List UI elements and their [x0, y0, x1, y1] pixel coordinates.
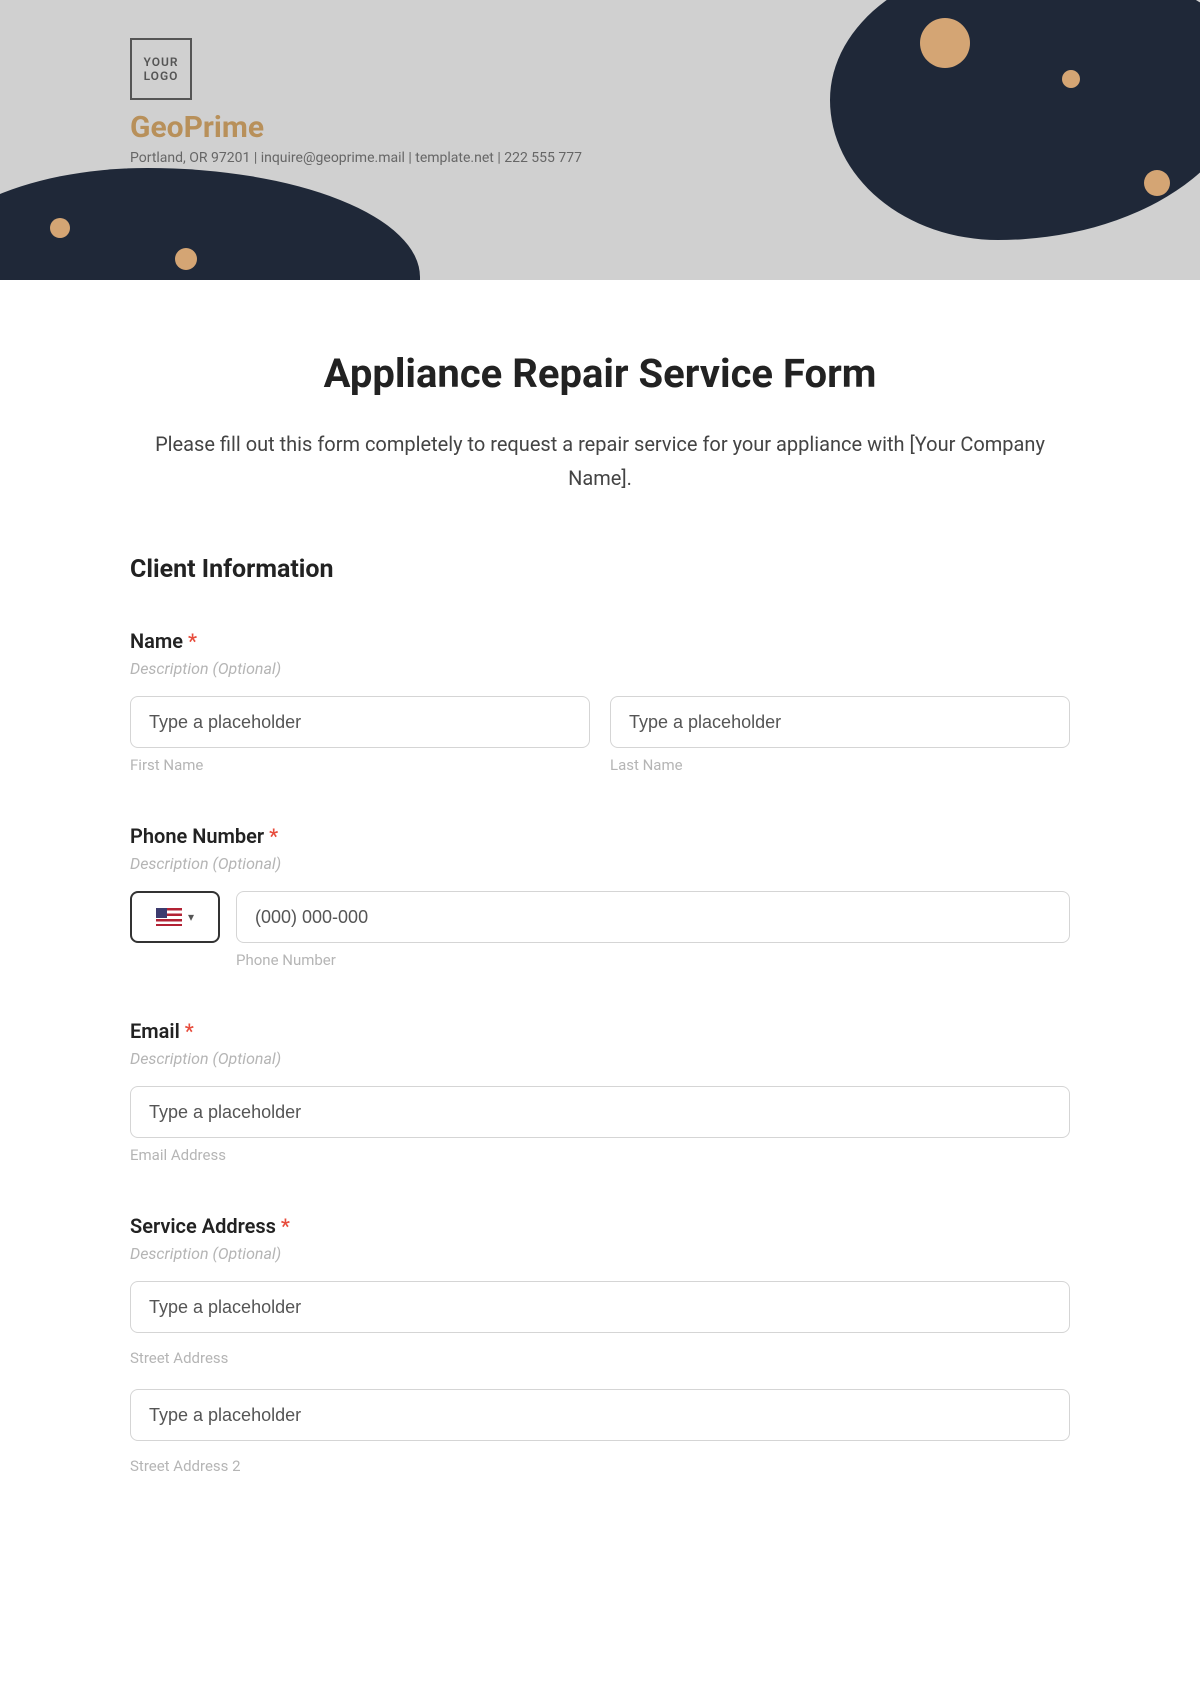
phone-input[interactable]: [236, 891, 1070, 943]
decorative-dot: [1144, 170, 1170, 196]
label-text: Name: [130, 629, 183, 653]
field-label-name: Name *: [130, 629, 1070, 653]
logo-placeholder: YOURLOGO: [130, 38, 192, 100]
decorative-dot: [920, 18, 970, 68]
street-address-2-input[interactable]: [130, 1389, 1070, 1441]
email-sublabel: Email Address: [130, 1146, 1070, 1164]
field-label-phone: Phone Number *: [130, 824, 1070, 848]
last-name-sublabel: Last Name: [610, 756, 1070, 774]
field-label-email: Email *: [130, 1019, 1070, 1043]
street-address-2-sublabel: Street Address 2: [130, 1457, 1070, 1475]
form-card: Appliance Repair Service Form Please fil…: [0, 280, 1200, 1699]
label-text: Phone Number: [130, 824, 264, 848]
header-banner: YOURLOGO GeoPrime Portland, OR 97201 | i…: [0, 0, 1200, 280]
first-name-input[interactable]: [130, 696, 590, 748]
field-email: Email * Description (Optional) Email Add…: [130, 1019, 1070, 1164]
company-name: GeoPrime: [130, 110, 264, 145]
street-address-input[interactable]: [130, 1281, 1070, 1333]
decorative-dot: [1062, 70, 1080, 88]
field-desc: Description (Optional): [130, 1244, 1070, 1263]
required-star: *: [281, 1214, 290, 1238]
field-service-address: Service Address * Description (Optional)…: [130, 1214, 1070, 1475]
required-star: *: [269, 824, 278, 848]
chevron-down-icon: ▾: [188, 910, 194, 924]
required-star: *: [185, 1019, 194, 1043]
email-input[interactable]: [130, 1086, 1070, 1138]
phone-sublabel: Phone Number: [236, 951, 1070, 969]
decorative-dot: [50, 218, 70, 238]
last-name-input[interactable]: [610, 696, 1070, 748]
field-desc: Description (Optional): [130, 659, 1070, 678]
street-address-sublabel: Street Address: [130, 1349, 1070, 1367]
field-phone: Phone Number * Description (Optional) ▾ …: [130, 824, 1070, 969]
field-desc: Description (Optional): [130, 1049, 1070, 1068]
field-desc: Description (Optional): [130, 854, 1070, 873]
first-name-sublabel: First Name: [130, 756, 590, 774]
country-code-picker[interactable]: ▾: [130, 891, 220, 943]
form-title: Appliance Repair Service Form: [130, 350, 1070, 397]
required-star: *: [188, 629, 197, 653]
flag-us-icon: [156, 908, 182, 926]
label-text: Service Address: [130, 1214, 276, 1238]
field-label-address: Service Address *: [130, 1214, 1070, 1238]
form-subtitle: Please fill out this form completely to …: [130, 427, 1070, 495]
company-info: Portland, OR 97201 | inquire@geoprime.ma…: [130, 150, 582, 166]
section-heading-client-info: Client Information: [130, 555, 1070, 584]
field-name: Name * Description (Optional) First Name…: [130, 629, 1070, 774]
label-text: Email: [130, 1019, 180, 1043]
decorative-dot: [175, 248, 197, 270]
decorative-blob: [830, 0, 1200, 240]
